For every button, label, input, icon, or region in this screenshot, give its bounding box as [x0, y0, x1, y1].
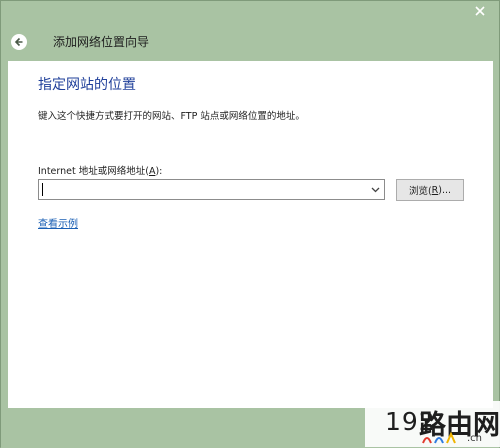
address-label-prefix: Internet 地址或网络地址( [38, 166, 149, 177]
watermark-decoration-icon [422, 431, 456, 444]
browse-label-prefix: 浏览( [408, 186, 432, 197]
address-label-suffix: ): [155, 166, 163, 177]
close-icon [475, 5, 485, 16]
view-example-link[interactable]: 查看示例 [38, 215, 78, 230]
watermark-domain: .cn [467, 433, 483, 444]
chevron-down-icon [371, 187, 380, 192]
back-arrow-icon [14, 37, 23, 47]
wizard-window: 添加网络位置向导 指定网站的位置 键入这个快捷方式要打开的网站、FTP 站点或网… [0, 0, 500, 448]
page-heading: 指定网站的位置 [38, 77, 136, 93]
text-caret [42, 183, 43, 196]
close-button[interactable] [467, 1, 493, 20]
back-button[interactable] [11, 34, 27, 50]
content-pane: 指定网站的位置 键入这个快捷方式要打开的网站、FTP 站点或网络位置的地址。 I… [8, 61, 493, 408]
window-title: 添加网络位置向导 [53, 35, 150, 49]
page-description: 键入这个快捷方式要打开的网站、FTP 站点或网络位置的地址。 [38, 111, 305, 122]
address-field-label: Internet 地址或网络地址(A): [38, 163, 162, 177]
title-bar: 添加网络位置向导 [1, 23, 499, 61]
address-combobox[interactable] [38, 179, 385, 200]
browse-label-suffix: )... [438, 184, 452, 196]
browse-button[interactable]: 浏览(R)... [396, 179, 464, 201]
browse-label-accesskey: R [431, 184, 439, 196]
watermark-logo: 192 路由网 .cn [365, 401, 500, 447]
dropdown-button[interactable] [367, 180, 384, 199]
